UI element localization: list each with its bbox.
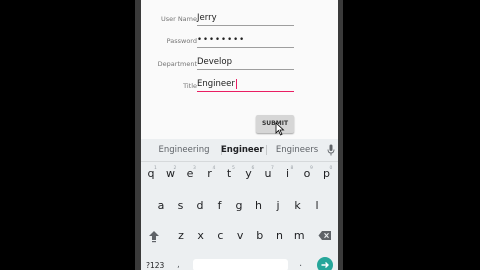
suggestion-bar: Engineering Engineer Engineers — [141, 139, 338, 162]
key-hint: 5 — [232, 166, 235, 171]
period-key[interactable]: . — [299, 258, 302, 269]
key-hint: 6 — [251, 166, 255, 171]
suggestion-1[interactable]: Engineering — [149, 139, 219, 161]
key-u[interactable]: u — [259, 164, 277, 184]
key-h[interactable]: h — [250, 196, 268, 216]
key-a[interactable]: a — [152, 196, 170, 216]
key-v[interactable]: v — [231, 226, 249, 246]
key-i[interactable]: i — [279, 164, 297, 184]
key-g[interactable]: g — [230, 196, 248, 216]
department-row: Department Develop — [141, 53, 338, 73]
arrow-right-icon — [321, 262, 329, 268]
username-label: User Name — [160, 15, 197, 23]
key-w[interactable]: w — [162, 164, 180, 184]
key-hint: 4 — [212, 166, 216, 171]
text-caret — [235, 78, 237, 89]
suggestion-3[interactable]: Engineers — [269, 139, 325, 161]
key-l[interactable]: l — [308, 196, 326, 216]
mouse-pointer-icon — [275, 122, 285, 136]
key-q[interactable]: q — [142, 164, 160, 184]
key-hint: 9 — [310, 166, 313, 171]
key-hint: 1 — [154, 166, 157, 171]
title-row: Title Engineer — [141, 75, 338, 95]
password-label: Password — [166, 37, 197, 45]
key-c[interactable]: c — [211, 226, 229, 246]
key-d[interactable]: d — [191, 196, 209, 216]
password-field[interactable]: •••••••• — [197, 33, 294, 48]
key-p[interactable]: p — [318, 164, 336, 184]
department-label: Department — [157, 60, 197, 68]
key-e[interactable]: e — [181, 164, 199, 184]
title-label: Title — [183, 82, 197, 90]
key-f[interactable]: f — [211, 196, 229, 216]
username-row: User Name Jerry — [141, 8, 338, 28]
soft-keyboard: Engineering Engineer Engineers q1w2e3r4t… — [141, 139, 338, 270]
key-z[interactable]: z — [172, 226, 190, 246]
key-hint: 0 — [329, 166, 333, 171]
key-k[interactable]: k — [289, 196, 307, 216]
key-hint: 3 — [193, 166, 196, 171]
key-t[interactable]: t — [220, 164, 238, 184]
key-j[interactable]: j — [269, 196, 287, 216]
key-m[interactable]: m — [290, 226, 308, 246]
key-hint: 2 — [173, 166, 177, 171]
spacebar-key[interactable] — [193, 259, 288, 270]
key-y[interactable]: y — [240, 164, 258, 184]
key-s[interactable]: s — [172, 196, 190, 216]
backspace-icon[interactable] — [318, 230, 332, 241]
comma-key[interactable]: , — [177, 260, 180, 270]
key-n[interactable]: n — [271, 226, 289, 246]
enter-key[interactable] — [317, 257, 333, 270]
symbols-key[interactable]: ?123 — [146, 261, 164, 270]
key-o[interactable]: o — [298, 164, 316, 184]
title-value: Engineer — [197, 79, 235, 89]
key-x[interactable]: x — [192, 226, 210, 246]
form: User Name Jerry Password •••••••• Depart… — [141, 0, 338, 138]
department-field[interactable]: Develop — [197, 55, 294, 70]
key-hint: 7 — [271, 166, 274, 171]
key-b[interactable]: b — [251, 226, 269, 246]
username-field[interactable]: Jerry — [197, 11, 294, 26]
suggestion-2[interactable]: Engineer — [221, 139, 264, 161]
shift-icon[interactable] — [147, 229, 161, 243]
title-field[interactable]: Engineer — [197, 77, 294, 92]
password-row: Password •••••••• — [141, 30, 338, 50]
suggestion-divider — [266, 145, 267, 155]
microphone-icon[interactable] — [327, 144, 335, 156]
key-r[interactable]: r — [201, 164, 219, 184]
app-screen: User Name Jerry Password •••••••• Depart… — [141, 0, 338, 270]
key-hint: 8 — [290, 166, 294, 171]
